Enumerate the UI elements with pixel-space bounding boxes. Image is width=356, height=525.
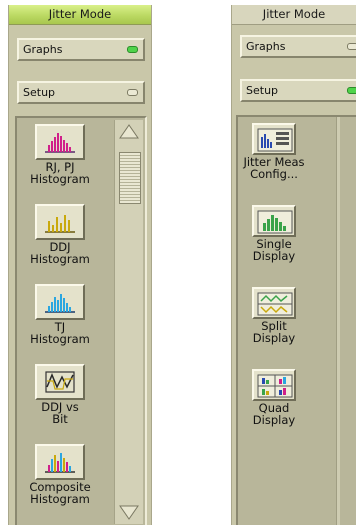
rj-pj-histogram-label: RJ, PJ Histogram bbox=[30, 160, 90, 186]
setup-button[interactable]: Setup bbox=[240, 79, 356, 102]
single-display-icon[interactable] bbox=[252, 205, 296, 237]
scroll-up-arrow-icon[interactable] bbox=[118, 122, 140, 140]
ddj-histogram-icon[interactable] bbox=[35, 204, 85, 240]
panel-divider bbox=[336, 117, 340, 525]
jitter-meas-config-item[interactable]: Jitter Meas Config... bbox=[240, 123, 308, 180]
quad-display-icon[interactable] bbox=[252, 369, 296, 401]
scroll-down-arrow-icon[interactable] bbox=[118, 504, 140, 522]
quad-display-item[interactable]: Quad Display bbox=[240, 369, 308, 426]
quad-display-label: Quad Display bbox=[252, 401, 296, 427]
graphs-button-label: Graphs bbox=[246, 40, 286, 53]
graphs-button[interactable]: Graphs bbox=[240, 35, 356, 58]
split-display-item[interactable]: Split Display bbox=[240, 287, 308, 344]
single-display-label: Single Display bbox=[252, 237, 296, 263]
jitter-meas-config-icon[interactable] bbox=[252, 123, 296, 155]
graphs-button-label: Graphs bbox=[23, 43, 63, 56]
graphs-led-indicator bbox=[347, 43, 356, 50]
setup-button[interactable]: Setup bbox=[17, 81, 145, 104]
single-display-item[interactable]: Single Display bbox=[240, 205, 308, 262]
ddj-vs-bit-label: DDJ vs Bit bbox=[41, 400, 79, 426]
composite-histogram-icon[interactable] bbox=[35, 444, 85, 480]
scroll-thumb[interactable] bbox=[119, 152, 141, 204]
ddj-histogram-label: DDJ Histogram bbox=[30, 240, 90, 266]
ddj-histogram-item[interactable]: DDJ Histogram bbox=[23, 204, 97, 265]
split-display-label: Split Display bbox=[252, 319, 296, 345]
tj-histogram-item[interactable]: TJ Histogram bbox=[23, 284, 97, 345]
tj-histogram-label: TJ Histogram bbox=[30, 320, 90, 346]
jitter-mode-title: Jitter Mode bbox=[9, 5, 151, 25]
setup-icon-list: Jitter Meas Config... Single Display Spl… bbox=[236, 115, 356, 525]
setup-led-indicator bbox=[347, 87, 356, 94]
icon-list-scrollbar[interactable] bbox=[114, 120, 143, 524]
setup-button-label: Setup bbox=[246, 84, 279, 97]
rj-pj-histogram-icon[interactable] bbox=[35, 124, 85, 160]
composite-histogram-label: Composite Histogram bbox=[29, 480, 91, 506]
rj-pj-histogram-item[interactable]: RJ, PJ Histogram bbox=[23, 124, 97, 185]
jitter-mode-title: Jitter Mode bbox=[232, 5, 356, 25]
ddj-vs-bit-icon[interactable] bbox=[35, 364, 85, 400]
tj-histogram-icon[interactable] bbox=[35, 284, 85, 320]
graph-icon-list: RJ, PJ Histogram DDJ Histogram TJ Histog… bbox=[15, 116, 147, 525]
graphs-led-indicator bbox=[127, 46, 138, 53]
split-display-icon[interactable] bbox=[252, 287, 296, 319]
ddj-vs-bit-item[interactable]: DDJ vs Bit bbox=[23, 364, 97, 425]
composite-histogram-item[interactable]: Composite Histogram bbox=[23, 444, 97, 505]
jitter-mode-panel-setup: Jitter Mode Graphs Setup Jitter Meas Con… bbox=[231, 5, 356, 525]
setup-led-indicator bbox=[127, 89, 138, 96]
graphs-button[interactable]: Graphs bbox=[17, 38, 145, 61]
setup-button-label: Setup bbox=[23, 86, 56, 99]
jitter-meas-config-label: Jitter Meas Config... bbox=[243, 155, 305, 181]
jitter-mode-panel-graphs: Jitter Mode Graphs Setup RJ, PJ Histogra… bbox=[8, 5, 152, 525]
